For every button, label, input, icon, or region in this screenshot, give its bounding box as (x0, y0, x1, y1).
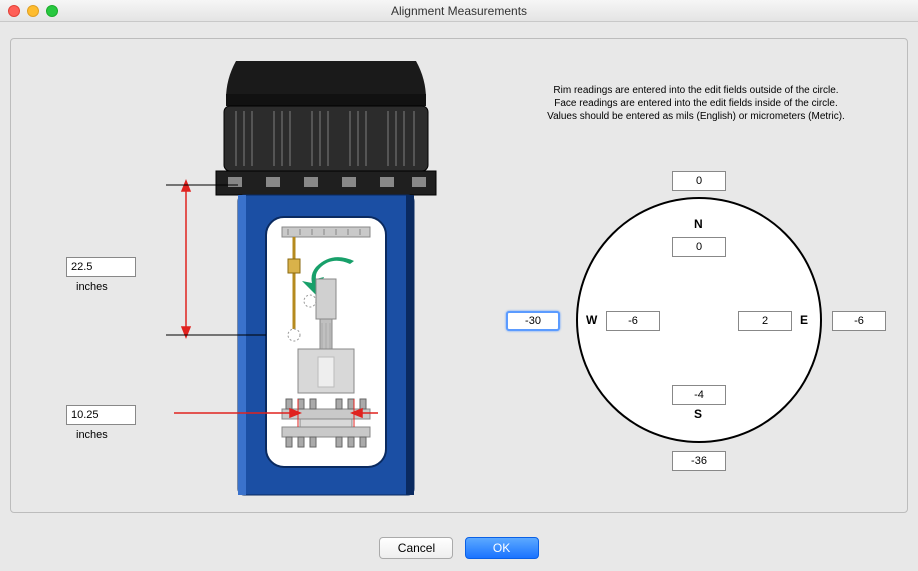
minimize-icon[interactable] (27, 5, 39, 17)
main-panel: inches inches Rim readings are entered i… (10, 38, 908, 513)
cancel-button[interactable]: Cancel (379, 537, 453, 559)
titlebar: Alignment Measurements (0, 0, 918, 22)
instructions-line: Rim readings are entered into the edit f… (511, 84, 881, 97)
rim-e-input[interactable] (832, 311, 886, 331)
rim-n-input[interactable] (672, 171, 726, 191)
machine-illustration-area: inches inches (66, 49, 446, 504)
ok-button[interactable]: OK (465, 537, 539, 559)
close-icon[interactable] (8, 5, 20, 17)
zoom-icon[interactable] (46, 5, 58, 17)
window-title: Alignment Measurements (391, 4, 527, 18)
rim-s-input[interactable] (672, 451, 726, 471)
face-w-input[interactable] (606, 311, 660, 331)
rim-w-input[interactable] (506, 311, 560, 331)
instructions-line: Values should be entered as mils (Englis… (511, 110, 881, 123)
compass-label-e: E (800, 313, 808, 327)
compass-label-n: N (694, 217, 703, 231)
compass-area: N S W E (486, 159, 906, 509)
face-n-input[interactable] (672, 237, 726, 257)
compass-label-s: S (694, 407, 702, 421)
face-e-input[interactable] (738, 311, 792, 331)
dimension-bottom-unit: inches (76, 429, 108, 441)
instructions-text: Rim readings are entered into the edit f… (511, 84, 881, 123)
compass-label-w: W (586, 313, 597, 327)
face-s-input[interactable] (672, 385, 726, 405)
window-controls (8, 5, 58, 17)
dimension-top-input[interactable] (66, 257, 136, 277)
instructions-line: Face readings are entered into the edit … (511, 97, 881, 110)
dimension-top-unit: inches (76, 281, 108, 293)
dimension-bottom-input[interactable] (66, 405, 136, 425)
button-row: Cancel OK (0, 537, 918, 559)
